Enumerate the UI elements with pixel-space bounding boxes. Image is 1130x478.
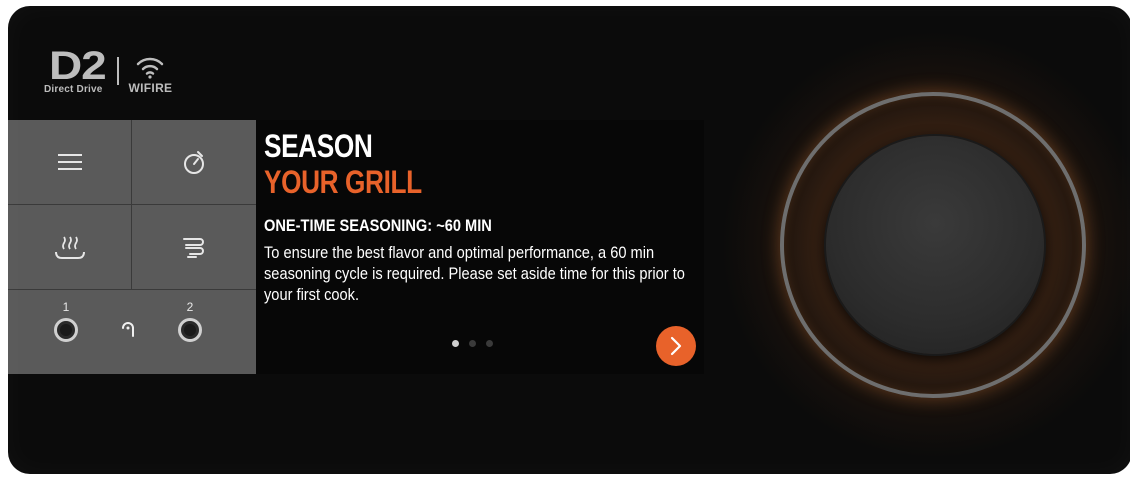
next-button[interactable]	[656, 326, 696, 366]
wifire-text: WIFIRE	[128, 81, 173, 95]
probe-2[interactable]: 2	[178, 300, 202, 342]
probe-icon	[121, 320, 137, 345]
probe-1-label: 1	[62, 300, 70, 314]
probe-1[interactable]: 1	[54, 300, 78, 342]
panel-body: To ensure the best flavor and optimal pe…	[264, 243, 685, 304]
keep-warm-icon	[54, 236, 85, 259]
control-grid: 1 2	[8, 120, 256, 374]
smoke-button[interactable]	[132, 205, 256, 290]
keep-warm-button[interactable]	[8, 205, 132, 290]
page-dot-2[interactable]	[469, 340, 476, 347]
page-dot-1[interactable]	[452, 340, 459, 347]
chevron-right-icon	[670, 336, 682, 356]
brand-logo: D2 Direct Drive WIFIRE	[44, 44, 173, 95]
panel-title-line2: YOUR GRILL	[264, 164, 422, 200]
panel-subtitle: ONE-TIME SEASONING: ~60 MIN	[264, 216, 492, 235]
timer-button[interactable]	[132, 120, 256, 205]
d2-logo-text: D2	[48, 44, 107, 88]
grill-controller: D2 Direct Drive WIFIRE 1 2 SEASON YOUR G…	[8, 6, 1130, 474]
info-panel: SEASON YOUR GRILL ONE-TIME SEASONING: ~6…	[256, 120, 704, 374]
wifi-icon	[137, 57, 164, 79]
probe-section: 1 2	[8, 290, 256, 374]
menu-icon	[57, 154, 82, 170]
pagination-dots	[452, 340, 493, 347]
wifire-logo: WIFIRE	[129, 55, 173, 95]
dial-knob[interactable]	[826, 136, 1044, 354]
timer-icon	[184, 151, 204, 174]
probe-1-jack	[54, 318, 78, 342]
panel-title-line1: SEASON	[264, 128, 373, 164]
smoke-icon	[183, 238, 204, 258]
probe-2-jack	[178, 318, 202, 342]
d2-logo: D2 Direct Drive	[44, 44, 107, 95]
menu-button[interactable]	[8, 120, 132, 205]
page-dot-3[interactable]	[486, 340, 493, 347]
probe-2-label: 2	[186, 300, 194, 314]
brand-divider	[116, 57, 119, 85]
